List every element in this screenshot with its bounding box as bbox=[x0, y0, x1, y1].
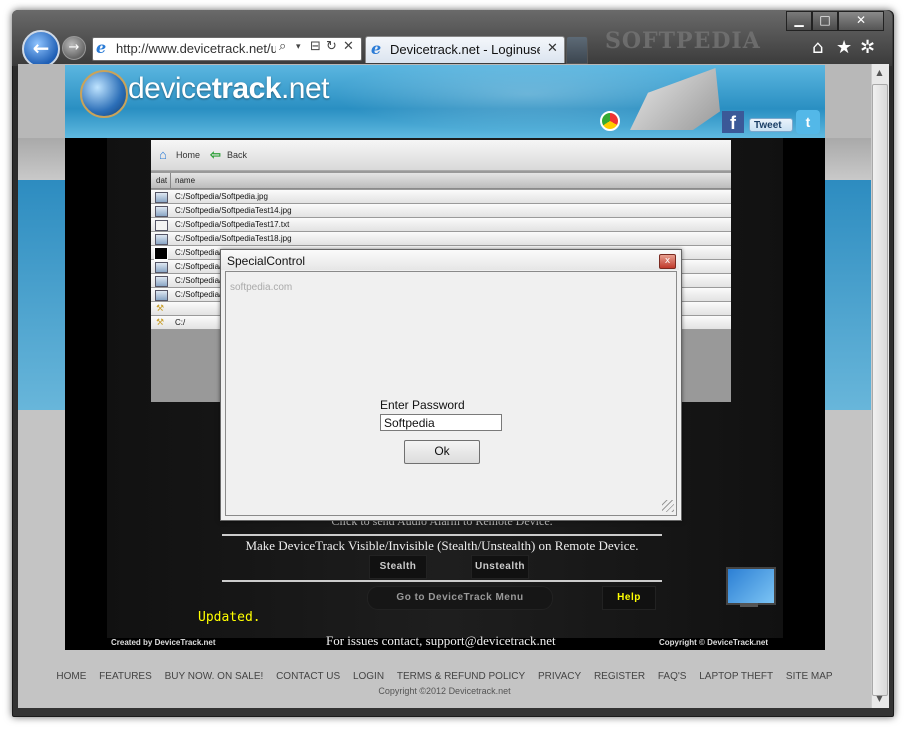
status-text: Updated. bbox=[198, 610, 261, 625]
logo-part-track: track bbox=[211, 72, 282, 105]
window-close-button[interactable]: ✕ bbox=[838, 11, 884, 31]
tab-title: Devicetrack.net - Loginuser... bbox=[390, 42, 540, 57]
file-name[interactable]: C:/Softpedia/ bbox=[175, 262, 221, 271]
footer-link-register[interactable]: REGISTER bbox=[594, 671, 645, 682]
header-decoration bbox=[300, 65, 680, 138]
footer-link-privacy[interactable]: PRIVACY bbox=[538, 671, 581, 682]
dialog-title: SpecialControl bbox=[227, 254, 306, 268]
refresh-icon[interactable]: ↻ bbox=[326, 39, 337, 55]
support-contact-text: For issues contact, support@devicetrack.… bbox=[326, 633, 556, 648]
footer-link-contact[interactable]: CONTACT US bbox=[276, 671, 340, 682]
file-name[interactable]: C:/Softpedia/ bbox=[175, 290, 221, 299]
file-name[interactable]: C:/Softpedia/Softpedia.jpg bbox=[175, 192, 268, 201]
folder-icon: ⚒ bbox=[156, 317, 165, 327]
password-input[interactable] bbox=[380, 414, 502, 431]
unstealth-button[interactable]: Unstealth bbox=[471, 555, 529, 579]
file-name[interactable]: C:/ bbox=[175, 318, 185, 327]
footer-copyright: Copyright ©2012 Devicetrack.net bbox=[378, 686, 511, 696]
resize-grip[interactable] bbox=[662, 500, 674, 512]
file-name[interactable]: C:/Softpedia/ bbox=[175, 276, 221, 285]
file-name[interactable]: C:/Softpedia/ bbox=[175, 248, 221, 257]
footer-link-login[interactable]: LOGIN bbox=[353, 671, 384, 682]
dialog-close-button[interactable]: x bbox=[659, 254, 676, 269]
image-file-icon bbox=[155, 262, 168, 273]
file-name[interactable]: C:/Softpedia/SoftpediaTest17.txt bbox=[175, 220, 289, 229]
image-file-icon bbox=[155, 192, 168, 203]
dropdown-icon[interactable]: ▾ bbox=[296, 39, 301, 55]
image-file-icon bbox=[155, 290, 168, 301]
goto-menu-button[interactable]: Go to DeviceTrack Menu bbox=[367, 586, 553, 610]
browser-back-button[interactable]: ← bbox=[22, 30, 60, 68]
maximize-button[interactable]: □ bbox=[812, 11, 838, 31]
column-header-name[interactable]: name bbox=[175, 176, 195, 185]
footer-link-faqs[interactable]: FAQ'S bbox=[658, 671, 687, 682]
address-url[interactable]: http://www.devicetrack.net/u bbox=[116, 41, 276, 57]
file-list-header bbox=[151, 173, 731, 189]
home-icon[interactable]: ⌂ bbox=[159, 147, 167, 162]
black-file-icon bbox=[154, 247, 168, 260]
site-logo[interactable]: devicetrack.net bbox=[128, 72, 329, 106]
twitter-icon[interactable]: t bbox=[796, 110, 820, 134]
facebook-icon[interactable]: f bbox=[722, 111, 744, 133]
stealth-heading: Make DeviceTrack Visible/Invisible (Stea… bbox=[245, 538, 639, 553]
footer-link-site-map[interactable]: SITE MAP bbox=[786, 671, 833, 682]
star-icon[interactable]: ★ bbox=[836, 38, 852, 58]
image-file-icon bbox=[155, 276, 168, 287]
gear-icon[interactable]: ✲ bbox=[860, 38, 875, 58]
globe-logo-icon bbox=[80, 70, 128, 118]
password-label: Enter Password bbox=[380, 398, 465, 412]
text-file-icon bbox=[155, 220, 168, 231]
softpedia-watermark: SOFTPEDIA bbox=[605, 28, 761, 54]
search-icon[interactable]: ⌕ bbox=[279, 39, 286, 55]
compatibility-view-icon[interactable]: ⊟ bbox=[310, 39, 321, 55]
footer-link-terms[interactable]: TERMS & REFUND POLICY bbox=[397, 671, 525, 682]
tweet-button[interactable]: Tweet bbox=[749, 118, 793, 132]
scroll-thumb[interactable] bbox=[872, 84, 888, 696]
created-by-text: Created by DeviceTrack.net bbox=[111, 638, 216, 647]
logo-part-net: .net bbox=[280, 72, 330, 105]
footer-link-home[interactable]: HOME bbox=[56, 671, 86, 682]
divider bbox=[222, 534, 662, 536]
help-button[interactable]: Help bbox=[602, 586, 656, 610]
dialog-body bbox=[225, 271, 677, 516]
stealth-button[interactable]: Stealth bbox=[369, 555, 427, 579]
ok-button[interactable]: Ok bbox=[404, 440, 480, 464]
file-name[interactable]: C:/Softpedia/SoftpediaTest14.jpg bbox=[175, 206, 292, 215]
image-file-icon bbox=[155, 206, 168, 217]
monitor-icon bbox=[726, 567, 776, 605]
monitor-stand bbox=[740, 603, 758, 607]
softpedia-watermark: softpedia.com bbox=[230, 282, 293, 293]
divider bbox=[222, 580, 662, 582]
home-icon[interactable]: ⌂ bbox=[812, 38, 823, 58]
footer-link-laptop-theft[interactable]: LAPTOP THEFT bbox=[699, 671, 773, 682]
logo-part-device: device bbox=[128, 72, 212, 105]
column-header-dat[interactable]: dat bbox=[156, 176, 167, 185]
image-file-icon bbox=[155, 234, 168, 245]
minimize-button[interactable]: ▁ bbox=[786, 11, 812, 31]
footer-nav: HOME FEATURES BUY NOW. ON SALE! CONTACT … bbox=[18, 671, 871, 682]
footer-link-features[interactable]: FEATURES bbox=[99, 671, 152, 682]
copyright-text: Copyright © DeviceTrack.net bbox=[659, 638, 769, 647]
column-divider bbox=[170, 173, 171, 188]
folder-icon: ⚒ bbox=[156, 303, 165, 313]
chrome-icon[interactable] bbox=[600, 111, 620, 131]
new-tab-button[interactable] bbox=[566, 36, 588, 64]
back-arrow-icon[interactable]: ⇦ bbox=[210, 147, 221, 163]
home-link[interactable]: Home bbox=[176, 150, 200, 160]
tab-ie-icon: e bbox=[371, 39, 382, 58]
tab-close-icon[interactable]: ✕ bbox=[547, 40, 558, 56]
scroll-down-arrow[interactable]: ▼ bbox=[872, 692, 887, 706]
browser-forward-button[interactable]: → bbox=[62, 36, 86, 60]
site-footer bbox=[18, 660, 871, 708]
stop-icon[interactable]: ✕ bbox=[343, 39, 354, 55]
scroll-up-arrow[interactable]: ▲ bbox=[872, 66, 887, 80]
file-name[interactable]: C:/Softpedia/SoftpediaTest18.jpg bbox=[175, 234, 292, 243]
back-link[interactable]: Back bbox=[227, 150, 247, 160]
ie-page-icon: e bbox=[96, 38, 107, 57]
footer-link-buy-now[interactable]: BUY NOW. ON SALE! bbox=[165, 671, 264, 682]
